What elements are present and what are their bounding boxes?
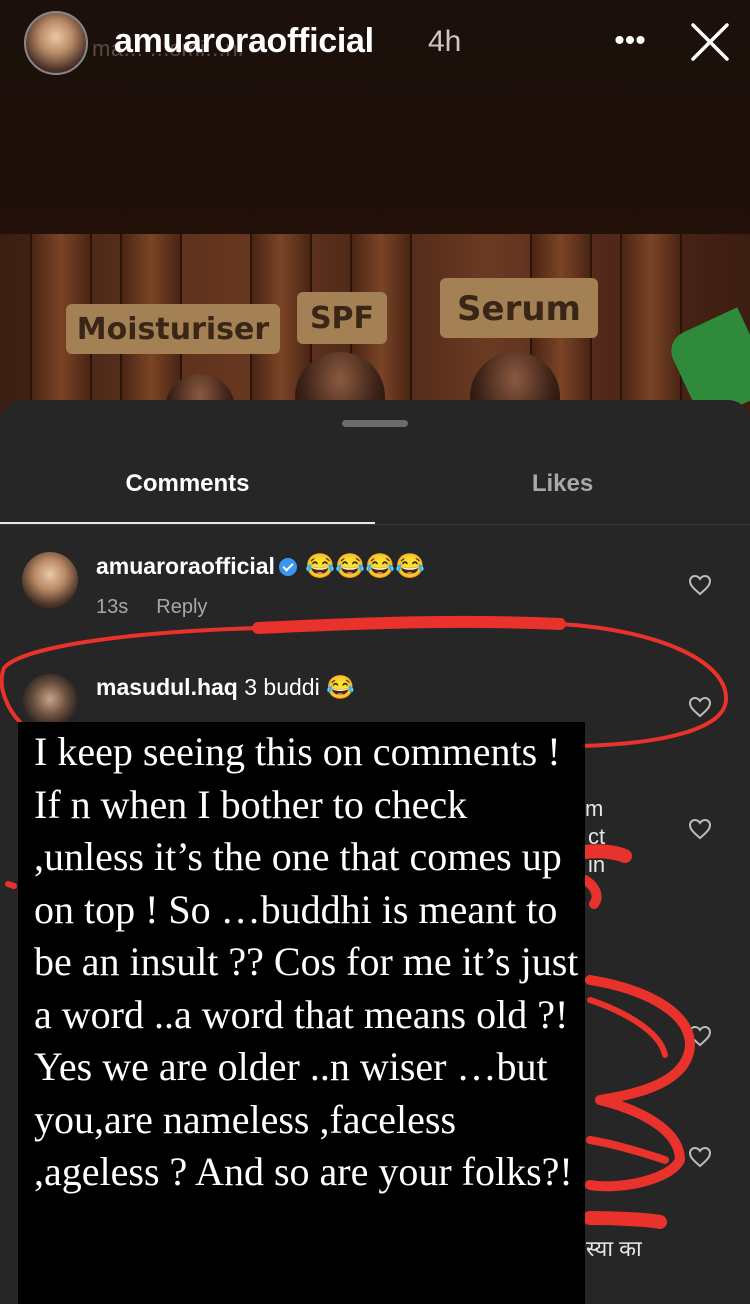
obscured-comment-text: in bbox=[588, 852, 606, 877]
comment-line: masudul.haq 3 buddi 😂 bbox=[96, 674, 355, 701]
tab-comments[interactable]: Comments bbox=[0, 470, 375, 498]
heart-icon[interactable] bbox=[688, 818, 712, 840]
story-text-overlay: I keep seeing this on comments ! If n wh… bbox=[18, 722, 585, 1304]
verified-badge-icon bbox=[278, 558, 297, 576]
comment-text: 3 buddi 😂 bbox=[244, 674, 355, 700]
comment-line: amuaroraofficial 😂😂😂😂 bbox=[96, 552, 425, 581]
obscured-comment-text: स्या का bbox=[586, 1236, 642, 1261]
heart-icon[interactable] bbox=[688, 696, 712, 718]
story-label-moisturiser: Moisturiser bbox=[66, 304, 280, 354]
story-username[interactable]: amuaroraofficial bbox=[114, 22, 374, 61]
profile-avatar[interactable] bbox=[24, 11, 88, 75]
comment-age: 13s bbox=[96, 596, 129, 618]
overlay-message: I keep seeing this on comments ! If n wh… bbox=[34, 729, 579, 1194]
story-timestamp: 4h bbox=[428, 25, 462, 58]
reply-button[interactable]: Reply bbox=[156, 596, 207, 618]
more-options-icon[interactable]: ••• bbox=[610, 26, 650, 56]
heart-icon[interactable] bbox=[688, 1146, 712, 1168]
obscured-comment-text: ct bbox=[588, 824, 606, 849]
comment-username[interactable]: amuaroraofficial bbox=[96, 553, 275, 579]
heart-icon[interactable] bbox=[688, 574, 712, 596]
sheet-drag-handle[interactable] bbox=[342, 420, 408, 427]
comment-meta: 13s Reply bbox=[96, 596, 235, 619]
comment-username[interactable]: masudul.haq bbox=[96, 674, 238, 700]
avatar[interactable] bbox=[22, 552, 78, 608]
obscured-comment-text: m bbox=[585, 796, 604, 821]
close-icon[interactable] bbox=[690, 22, 730, 62]
tab-likes[interactable]: Likes bbox=[375, 470, 750, 498]
story-label-serum: Serum bbox=[440, 278, 598, 338]
tab-divider bbox=[0, 524, 750, 525]
story-label-spf: SPF bbox=[297, 292, 387, 344]
heart-icon[interactable] bbox=[688, 1025, 712, 1047]
comment-text: 😂😂😂😂 bbox=[305, 553, 425, 580]
